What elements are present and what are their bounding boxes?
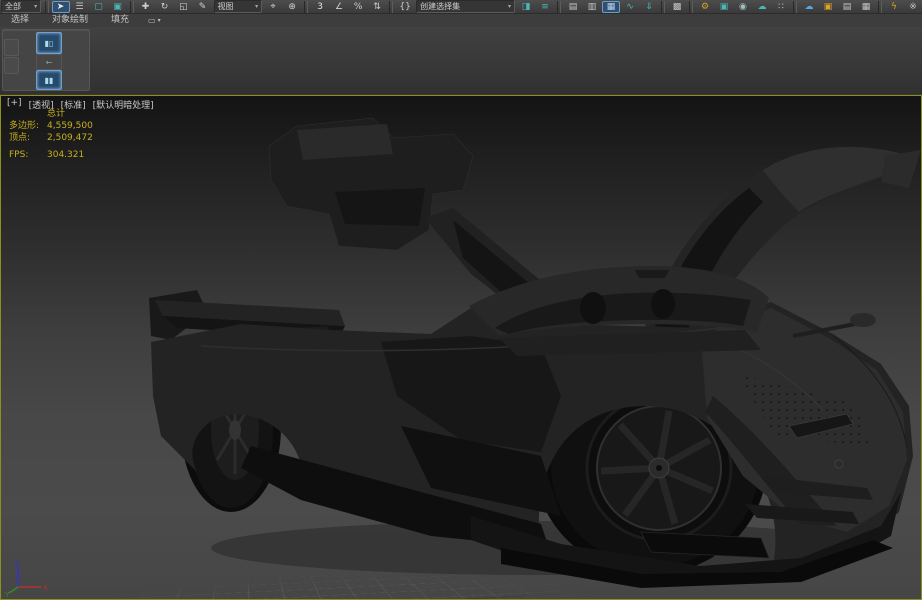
perspective-viewport[interactable]: [+] [透视] [标准] [默认明暗处理] 总计 多边形: 4,559,500… bbox=[0, 95, 922, 600]
toolbar-separator bbox=[304, 0, 309, 13]
toolbar-run-render: ◨ ≡ ▤ ▥ ▦ ∿ ⇓ ▩ ⚙ ▣ ◉ ☁ ∷ ☁ ▣ ▤ ▦ ϟ ※ bbox=[517, 0, 922, 13]
edit-named-selection-sets-icon[interactable]: {} bbox=[396, 1, 414, 13]
render-in-cloud-icon[interactable]: ☁ bbox=[800, 1, 818, 13]
stats-fps-row: FPS: 304.321 bbox=[9, 150, 85, 160]
ribbon-tab-bar: 选择 对象绘制 填充 ▭ ▾ bbox=[0, 14, 922, 28]
stats-total-label: 总计 bbox=[47, 109, 66, 119]
toolbar-separator bbox=[45, 0, 49, 13]
stats-polys-row: 多边形: 4,559,500 bbox=[9, 121, 93, 131]
percent-snap-icon[interactable]: % bbox=[349, 1, 367, 13]
toolbar-run-select: ➤ ☰ ▢ ▣ ✚ ↻ ◱ ✎ bbox=[51, 0, 212, 13]
keyboard-shortcut-icon[interactable]: ϟ bbox=[885, 1, 903, 13]
chevron-down-icon: ▾ bbox=[255, 3, 259, 10]
chevron-down-icon: ▾ bbox=[34, 3, 38, 10]
rendered-frame-window-icon[interactable]: ▣ bbox=[715, 1, 733, 13]
align-icon[interactable]: ≡ bbox=[536, 1, 554, 13]
angle-snap-icon[interactable]: ∠ bbox=[330, 1, 348, 13]
rect-selection-region-icon[interactable]: ▢ bbox=[90, 1, 108, 13]
layer-explorer-icon[interactable]: ▥ bbox=[583, 1, 601, 13]
select-and-manipulate-icon[interactable]: ⊕ bbox=[283, 1, 301, 13]
seat-left bbox=[580, 292, 606, 324]
toolbar-separator bbox=[556, 0, 561, 13]
world-axis-gizmo: Z X Y bbox=[5, 560, 48, 597]
curve-editor-icon[interactable]: ∿ bbox=[621, 1, 639, 13]
render-flags-icon[interactable]: ∷ bbox=[772, 1, 790, 13]
toolbar-separator bbox=[389, 0, 394, 13]
select-object-icon[interactable]: ➤ bbox=[51, 0, 70, 13]
toolbar-separator bbox=[877, 0, 882, 13]
axis-y-label: Y bbox=[5, 591, 10, 597]
3dsmax-window: 全部 ▾ ➤ ☰ ▢ ▣ ✚ ↻ ◱ ✎ 视图 ▾ ⌖ ⊕ 3 ∠% ⇅{} 创建选择集 ▾ ◨ ≡ ▤ ▥… bbox=[0, 0, 922, 600]
reference-coordinate-value: 视图 bbox=[217, 2, 234, 11]
scene-states-icon[interactable]: ▤ bbox=[838, 1, 856, 13]
schematic-view-icon[interactable]: ⇓ bbox=[640, 1, 658, 13]
window-crossing-icon[interactable]: ▣ bbox=[109, 1, 127, 13]
snap-toggle-3d-icon[interactable]: 3 bbox=[311, 1, 329, 13]
main-toolbar: 全部 ▾ ➤ ☰ ▢ ▣ ✚ ↻ ◱ ✎ 视图 ▾ ⌖ ⊕ 3 ∠% ⇅{} 创建选择集 ▾ ◨ ≡ ▤ ▥… bbox=[0, 0, 922, 14]
toolbar-separator bbox=[792, 0, 797, 13]
select-by-name-icon[interactable]: ☰ bbox=[71, 1, 89, 13]
ribbon-tab-populate[interactable]: 填充 bbox=[100, 14, 140, 27]
activeshade-icon[interactable]: ☁ bbox=[753, 1, 771, 13]
toolbar-separator bbox=[660, 0, 665, 13]
viewport-shading-menu[interactable]: [默认明暗处理] bbox=[93, 98, 154, 111]
toolbar-run-snaps: ⌖ ⊕ 3 ∠% ⇅ {} bbox=[264, 0, 414, 13]
toolbar-separator bbox=[129, 0, 134, 13]
axis-z-label: Z bbox=[14, 560, 19, 568]
render-production-icon[interactable]: ◉ bbox=[734, 1, 752, 13]
select-and-rotate-icon[interactable]: ↻ bbox=[156, 1, 174, 13]
ribbon-arrow-button[interactable]: ← bbox=[36, 54, 62, 70]
stats-fps-value: 304.321 bbox=[47, 150, 85, 160]
ribbon-tab-selection[interactable]: 选择 bbox=[0, 14, 40, 27]
render-gallery-icon[interactable]: ▣ bbox=[819, 1, 837, 13]
select-and-place-icon[interactable]: ✎ bbox=[194, 1, 212, 13]
stats-polys-value: 4,559,500 bbox=[47, 121, 93, 131]
ribbon-selection-panel: ▮▯ ← ▮▮ bbox=[2, 29, 90, 91]
chevron-down-icon: ▾ bbox=[157, 17, 161, 24]
stats-verts-value: 2,509,472 bbox=[47, 133, 93, 143]
scene-explorer-icon[interactable]: ▤ bbox=[564, 1, 582, 13]
axis-x-label: X bbox=[43, 584, 48, 592]
named-selection-sets-dropdown[interactable]: 创建选择集 ▾ bbox=[416, 0, 515, 13]
chevron-down-icon: ▾ bbox=[507, 3, 511, 10]
ribbon-body: ▮▯ ← ▮▮ bbox=[0, 27, 922, 94]
render-setup-icon[interactable]: ⚙ bbox=[696, 1, 714, 13]
spinner-snap-icon[interactable]: ⇅ bbox=[368, 1, 386, 13]
ribbon-paint-select-button[interactable]: ▮▯ bbox=[36, 32, 62, 54]
toolbar-separator bbox=[688, 0, 693, 13]
hypercar-model[interactable] bbox=[1, 96, 922, 600]
stats-verts-row: 顶点: 2,509,472 bbox=[9, 133, 93, 143]
viewport-statistics: 总计 多边形: 4,559,500 顶点: 2,509,472 FPS: 304… bbox=[9, 108, 93, 161]
named-selection-sets-value: 创建选择集 bbox=[420, 2, 461, 11]
use-pivot-center-icon[interactable]: ⌖ bbox=[264, 1, 282, 13]
ribbon-minimize-button[interactable]: ▭ ▾ bbox=[148, 16, 161, 25]
select-and-move-icon[interactable]: ✚ bbox=[137, 1, 155, 13]
selection-filter-value: 全部 bbox=[5, 2, 21, 11]
selection-filter-dropdown[interactable]: 全部 ▾ bbox=[1, 0, 42, 13]
front-emblem bbox=[834, 459, 844, 469]
seat-right bbox=[651, 289, 675, 319]
material-editor-icon[interactable]: ▩ bbox=[668, 1, 686, 13]
ribbon-small-button-1[interactable] bbox=[4, 39, 19, 56]
ribbon-minimize-icon: ▭ bbox=[148, 16, 156, 25]
ribbon-sets-button[interactable]: ▮▮ bbox=[36, 70, 62, 90]
ribbon-tabs-run: 选择 对象绘制 填充 bbox=[0, 14, 140, 27]
select-and-scale-icon[interactable]: ◱ bbox=[175, 1, 193, 13]
ribbon-toggle-icon[interactable]: ▦ bbox=[601, 0, 620, 13]
ribbon-small-button-2[interactable] bbox=[4, 57, 19, 74]
motion-tool-icon[interactable]: ※ bbox=[904, 1, 922, 13]
mirror-icon[interactable]: ◨ bbox=[517, 1, 535, 13]
ribbon-tab-object-paint[interactable]: 对象绘制 bbox=[41, 14, 99, 27]
reference-coordinate-dropdown[interactable]: 视图 ▾ bbox=[213, 0, 263, 13]
property-sheet-icon[interactable]: ▦ bbox=[857, 1, 875, 13]
